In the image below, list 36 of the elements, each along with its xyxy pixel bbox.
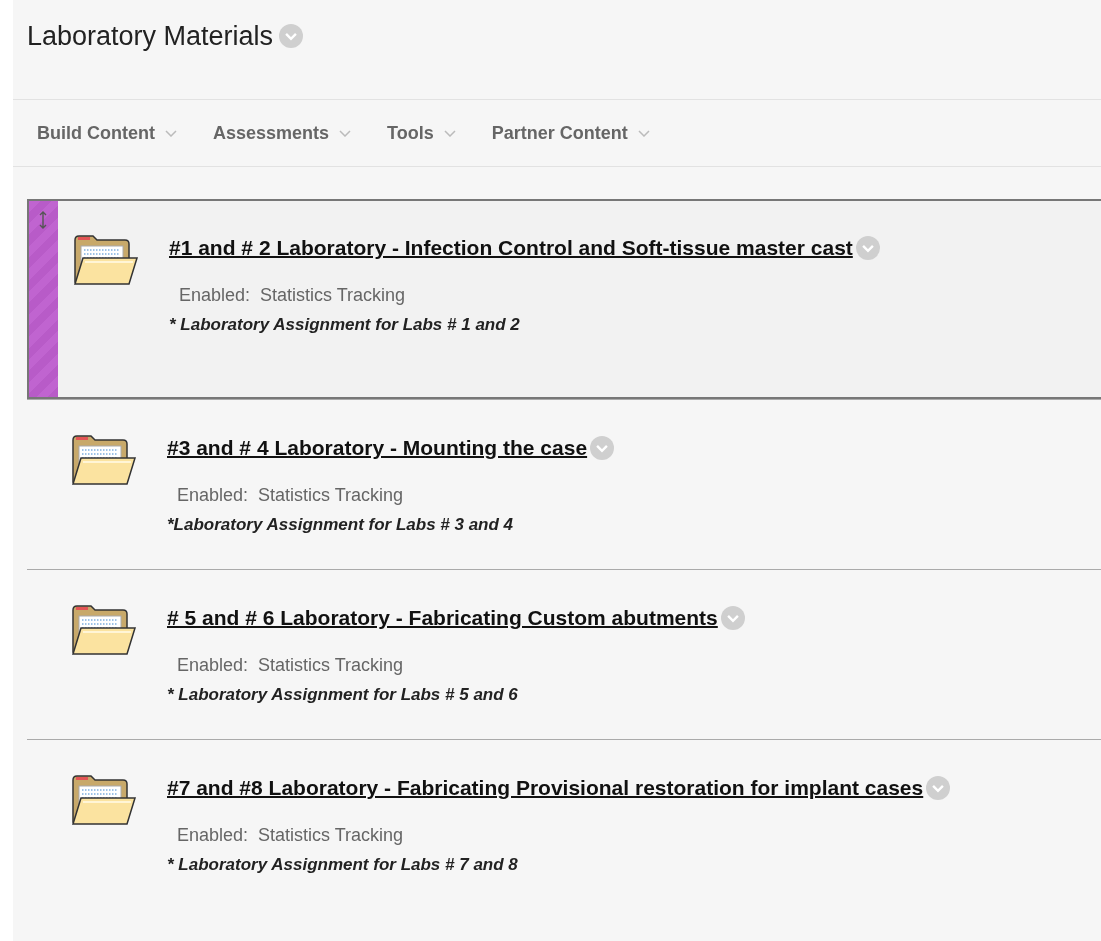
- caret-icon: [443, 129, 456, 137]
- folder-icon: [71, 602, 137, 656]
- caret-icon: [637, 129, 650, 137]
- item-description: * Laboratory Assignment for Labs # 5 and 6: [167, 685, 519, 705]
- caret-icon: [165, 129, 177, 137]
- item-description: * Laboratory Assignment for Labs # 7 and 8: [167, 855, 519, 875]
- caret-icon: [339, 129, 352, 137]
- options-chevron-icon[interactable]: [590, 436, 615, 460]
- options-chevron-icon[interactable]: [926, 776, 951, 800]
- folder-icon: [71, 432, 137, 486]
- item-title-link[interactable]: #3 and # 4 Laboratory - Mounting the case: [167, 436, 588, 460]
- enabled-label: Enabled:: [177, 825, 249, 846]
- item-title-link[interactable]: # 5 and # 6 Laboratory - Fabricating Custom abutments: [167, 606, 718, 630]
- item-description: * Laboratory Assignment for Labs # 1 and 2: [169, 315, 521, 335]
- move-arrow-icon: [38, 211, 48, 229]
- folder-icon: [71, 772, 137, 826]
- item-title-link[interactable]: #7 and #8 Laboratory - Fabricating Provisional restoration for implant cases: [167, 776, 924, 800]
- options-chevron-icon[interactable]: [720, 606, 745, 630]
- enabled-value: Statistics Tracking: [258, 485, 404, 506]
- toolbar-menu[interactable]: Tools: [385, 122, 490, 144]
- enabled-value: Statistics Tracking: [258, 825, 404, 846]
- enabled-value: Statistics Tracking: [260, 285, 406, 306]
- folder-icon: [73, 232, 139, 286]
- enabled-label: Enabled:: [177, 655, 249, 676]
- item-title-link[interactable]: #1 and # 2 Laboratory - Infection Control and Soft-tissue master cast: [169, 236, 853, 260]
- drag-handle[interactable]: [29, 201, 58, 397]
- toolbar-menu[interactable]: Assessments: [211, 122, 386, 144]
- options-chevron-icon[interactable]: [855, 236, 880, 260]
- toolbar-menu[interactable]: Partner Content: [489, 122, 684, 144]
- page-title: Laboratory Materials: [27, 20, 274, 53]
- enabled-label: Enabled:: [177, 485, 249, 506]
- enabled-value: Statistics Tracking: [258, 655, 404, 676]
- enabled-label: Enabled:: [179, 285, 251, 306]
- item-description: *Laboratory Assignment for Labs # 3 and 4: [167, 515, 515, 535]
- options-chevron-icon[interactable]: [279, 24, 304, 48]
- toolbar-menu[interactable]: Build Content: [35, 122, 211, 144]
